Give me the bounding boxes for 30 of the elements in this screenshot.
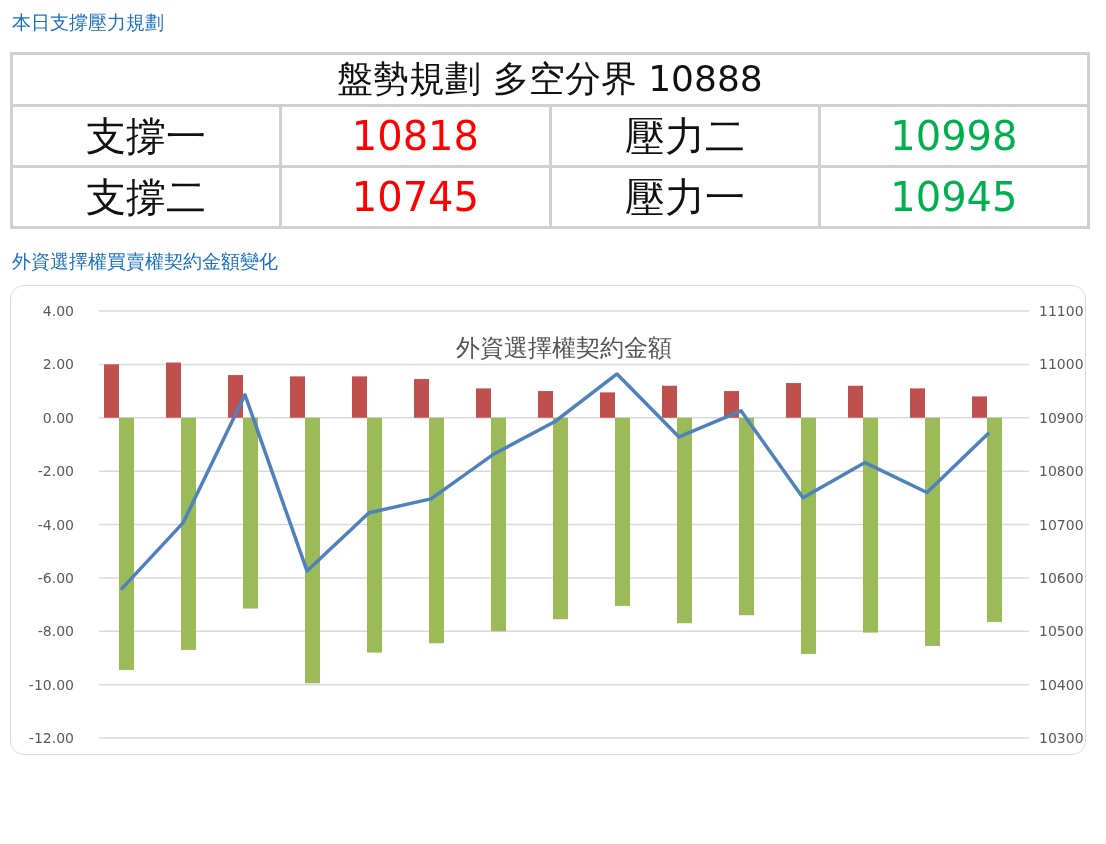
secondary-axis-label: 10800	[1039, 463, 1084, 480]
table-label-cell: 壓力二	[550, 105, 820, 167]
section-heading: 外資選擇權買賣權契約金額變化	[12, 249, 279, 274]
secondary-axis-label: 11100	[1039, 303, 1084, 319]
secondary-axis-label: 11000	[1039, 356, 1084, 373]
secondary-axis-label: 10900	[1039, 409, 1084, 426]
secondary-axis-label: 10300	[1039, 730, 1084, 746]
y-axis-label: -2.00	[37, 463, 74, 480]
table-label-cell: 支撐二	[11, 166, 281, 228]
table-value-cell: 10818	[280, 105, 550, 167]
y-axis-label: 2.00	[42, 356, 74, 373]
table-value-cell: 10998	[819, 105, 1089, 167]
chart-title: 外資選擇權契約金額	[456, 334, 672, 362]
secondary-axis-label: 10500	[1039, 623, 1084, 640]
table-value-cell: 10745	[280, 166, 550, 228]
secondary-axis-label: 10600	[1039, 569, 1084, 586]
section-heading: 本日支撐壓力規劃	[12, 10, 165, 35]
table-label-cell: 壓力一	[550, 166, 820, 228]
y-axis-label: -10.00	[28, 676, 74, 693]
table-label-cell: 支撐一	[11, 105, 281, 167]
y-axis-label: -8.00	[37, 623, 74, 640]
secondary-axis-label: 10400	[1039, 676, 1084, 693]
y-axis-label: -4.00	[37, 516, 74, 533]
y-axis-label: -12.00	[28, 730, 74, 746]
y-axis-label: 4.00	[42, 303, 74, 319]
secondary-axis-label: 10700	[1039, 516, 1084, 533]
table-title-cell: 盤勢規劃 多空分界 10888	[11, 53, 1089, 106]
y-axis-label: -6.00	[37, 569, 74, 586]
y-axis-label: 0.00	[42, 409, 74, 426]
table-value-cell: 10945	[819, 166, 1089, 228]
